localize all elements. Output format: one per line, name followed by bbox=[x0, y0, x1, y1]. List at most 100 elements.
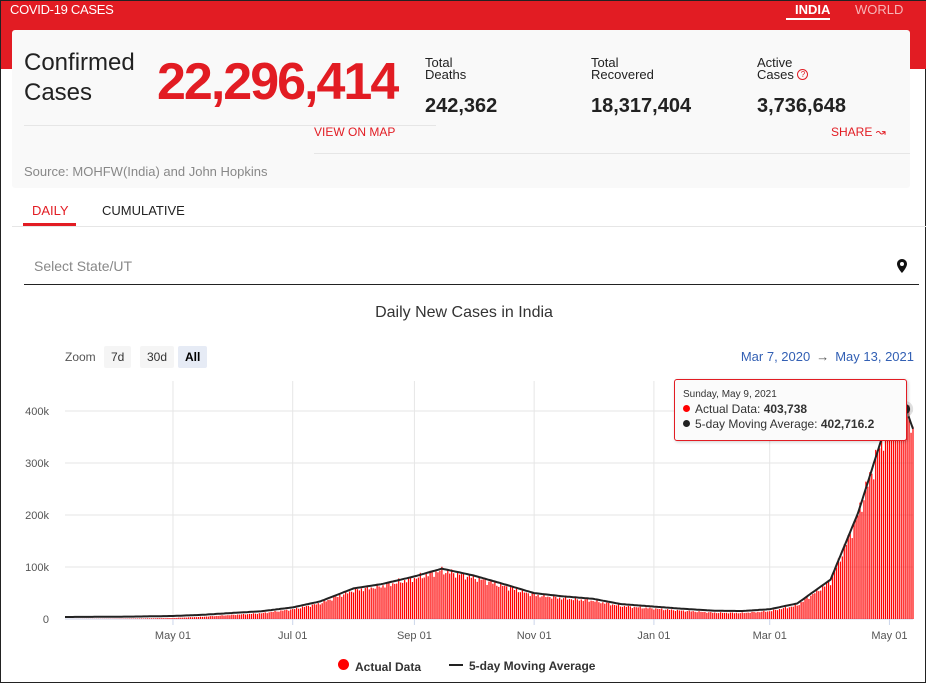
state-select[interactable]: Select State/UT bbox=[24, 251, 919, 285]
bar bbox=[297, 608, 300, 619]
bar bbox=[804, 599, 806, 619]
bar bbox=[696, 612, 698, 619]
bar bbox=[252, 613, 255, 619]
bar bbox=[239, 614, 241, 619]
bar bbox=[154, 618, 156, 619]
bar bbox=[378, 586, 380, 619]
bar bbox=[802, 601, 804, 619]
bar bbox=[207, 616, 209, 619]
bar bbox=[841, 556, 843, 619]
bar bbox=[912, 426, 914, 619]
bar bbox=[780, 609, 783, 619]
bar bbox=[211, 616, 213, 619]
bar bbox=[345, 591, 347, 619]
bar bbox=[692, 611, 694, 619]
bar bbox=[350, 591, 353, 619]
bar bbox=[464, 579, 467, 619]
bar bbox=[882, 450, 885, 619]
bar bbox=[774, 609, 777, 619]
bar bbox=[845, 544, 847, 619]
bar bbox=[661, 608, 663, 619]
confirmed-label: Confirmed Cases bbox=[24, 49, 135, 106]
zoom-7d-button[interactable]: 7d bbox=[104, 346, 132, 368]
bar bbox=[264, 612, 266, 619]
bar bbox=[824, 586, 826, 619]
bar bbox=[745, 612, 747, 619]
bar bbox=[720, 612, 722, 619]
bar bbox=[749, 612, 751, 619]
bar bbox=[488, 581, 490, 619]
bar bbox=[582, 601, 584, 619]
bar bbox=[244, 614, 247, 619]
bar bbox=[676, 609, 679, 619]
help-icon[interactable]: ? bbox=[797, 69, 809, 80]
bar bbox=[533, 594, 535, 619]
region-tab-india[interactable]: INDIA bbox=[795, 2, 830, 17]
y-tick-label: 0 bbox=[43, 614, 49, 626]
bar bbox=[553, 595, 555, 619]
bar bbox=[867, 486, 869, 619]
zoom-all-button[interactable]: All bbox=[178, 346, 208, 368]
view-on-map-link[interactable]: VIEW ON MAP bbox=[314, 125, 395, 139]
date-range: Mar 7, 2020 → May 13, 2021 bbox=[741, 349, 914, 364]
bar bbox=[820, 590, 822, 619]
bar bbox=[254, 613, 257, 619]
bar bbox=[390, 586, 392, 619]
region-tab-world[interactable]: WORLD bbox=[855, 2, 903, 17]
tab-cumulative[interactable]: CUMULATIVE bbox=[102, 203, 185, 218]
bar bbox=[812, 593, 814, 619]
legend-actual[interactable]: Actual Data bbox=[338, 659, 421, 674]
bar bbox=[559, 597, 561, 619]
bar bbox=[494, 581, 496, 619]
bar bbox=[453, 573, 455, 619]
bar bbox=[246, 614, 249, 619]
bar bbox=[794, 604, 796, 619]
bar bbox=[668, 609, 671, 619]
bar bbox=[262, 612, 264, 619]
bar bbox=[857, 515, 859, 619]
bar bbox=[509, 587, 512, 619]
bar bbox=[602, 602, 604, 619]
range-to-input[interactable]: May 13, 2021 bbox=[835, 349, 914, 364]
bar bbox=[851, 538, 853, 619]
bar bbox=[470, 577, 472, 619]
bar bbox=[333, 596, 335, 619]
bar bbox=[193, 617, 196, 619]
bar bbox=[305, 606, 308, 619]
bar bbox=[725, 612, 728, 619]
bar bbox=[674, 610, 677, 619]
legend-average[interactable]: 5-day Moving Average bbox=[449, 659, 595, 673]
x-tick-label: Mar 01 bbox=[753, 630, 787, 642]
bar bbox=[455, 577, 457, 619]
bar bbox=[513, 589, 516, 619]
bar bbox=[313, 604, 315, 619]
bar bbox=[460, 574, 463, 619]
bar bbox=[278, 611, 280, 619]
bar bbox=[266, 613, 268, 619]
bar bbox=[276, 611, 278, 619]
bar bbox=[529, 596, 531, 619]
bar bbox=[649, 607, 651, 619]
zoom-30d-button[interactable]: 30d bbox=[140, 346, 175, 368]
bar bbox=[694, 611, 696, 619]
bar bbox=[590, 600, 592, 619]
bar bbox=[684, 611, 686, 619]
share-link[interactable]: SHARE ↝ bbox=[831, 125, 886, 139]
bar bbox=[290, 609, 292, 619]
bar bbox=[299, 608, 302, 619]
bar bbox=[665, 609, 667, 619]
tab-daily[interactable]: DAILY bbox=[32, 203, 69, 218]
bar bbox=[156, 618, 158, 619]
range-from-input[interactable]: Mar 7, 2020 bbox=[741, 349, 810, 364]
bar bbox=[659, 608, 661, 619]
bar bbox=[729, 612, 732, 619]
bar bbox=[721, 612, 724, 619]
bar bbox=[700, 611, 702, 619]
bar bbox=[670, 609, 673, 619]
bar bbox=[619, 606, 622, 619]
bar bbox=[258, 613, 260, 619]
bar bbox=[186, 617, 188, 619]
bar bbox=[884, 429, 887, 619]
bar bbox=[158, 618, 160, 619]
bar bbox=[317, 603, 319, 619]
